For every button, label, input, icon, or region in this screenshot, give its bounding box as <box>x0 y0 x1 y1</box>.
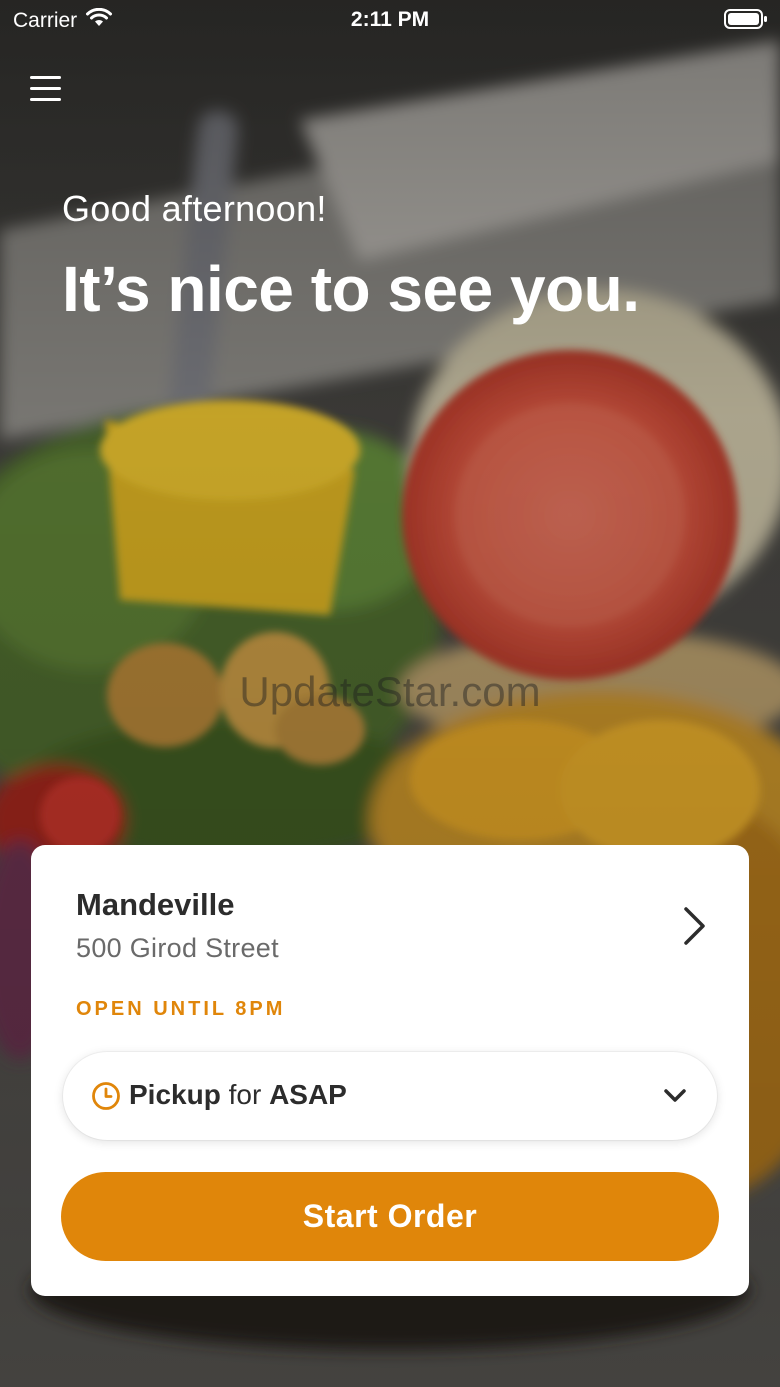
pickup-summary: Pickup for ASAP <box>129 1079 347 1111</box>
pickup-mode: Pickup <box>129 1079 221 1110</box>
start-order-button[interactable]: Start Order <box>61 1172 719 1261</box>
watermark: UpdateStar.com <box>239 668 541 715</box>
open-status: OPEN UNTIL 8PM <box>76 998 286 1020</box>
pickup-time-selector[interactable]: Pickup for ASAP <box>63 1052 717 1140</box>
clock-icon <box>91 1081 121 1111</box>
status-time: 2:11 PM <box>350 8 430 31</box>
greeting-text: Good afternoon! <box>62 188 327 229</box>
pickup-time: ASAP <box>269 1079 347 1110</box>
pickup-connector: for <box>228 1079 262 1110</box>
store-card: Mandeville 500 Girod Street OPEN UNTIL 8… <box>31 845 749 1296</box>
chevron-right-icon[interactable] <box>679 905 709 947</box>
battery-icon <box>724 8 768 36</box>
hamburger-menu-icon[interactable] <box>30 74 62 104</box>
welcome-headline: It’s nice to see you. <box>62 253 640 325</box>
store-name[interactable]: Mandeville <box>76 887 235 923</box>
status-bar: Carrier 2:11 PM <box>0 0 780 40</box>
store-address[interactable]: 500 Girod Street <box>76 933 279 964</box>
chevron-down-icon <box>663 1088 687 1104</box>
